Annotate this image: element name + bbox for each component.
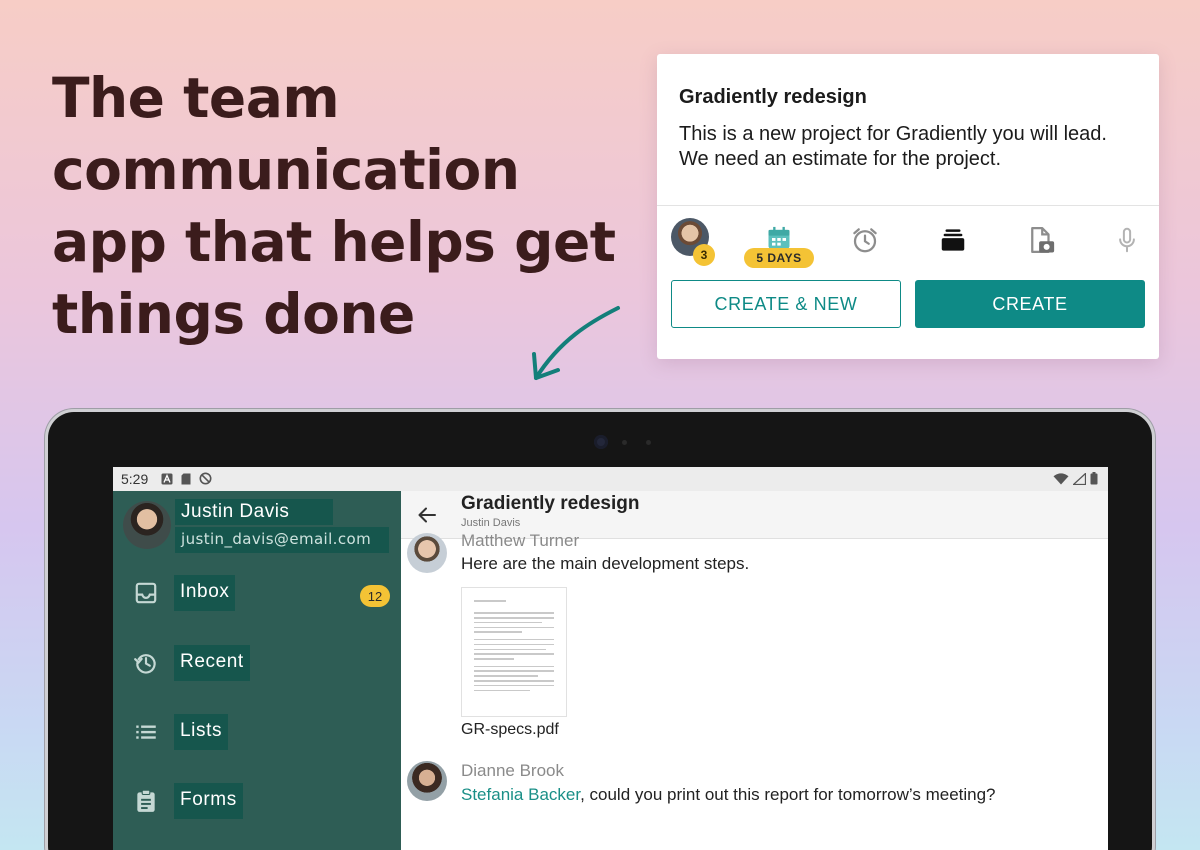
back-arrow-icon[interactable] — [415, 503, 439, 527]
status-time: 5:29 — [121, 471, 149, 487]
attach-file-button[interactable] — [1017, 216, 1065, 264]
reminder-button[interactable] — [841, 216, 889, 264]
stacked-cards-icon — [941, 229, 965, 251]
battery-icon — [1090, 472, 1098, 485]
notification-a-icon — [161, 473, 173, 484]
chat-panel: Gradiently redesign Justin Davis Matthew… — [401, 491, 1108, 850]
inbox-count-badge: 12 — [360, 585, 390, 607]
create-button[interactable]: CREATE — [915, 280, 1145, 328]
chat-subtitle: Justin Davis — [461, 517, 521, 529]
user-email: justin_davis@email.com — [175, 527, 389, 553]
status-bar: 5:29 — [113, 467, 1108, 491]
voice-button[interactable] — [1103, 216, 1151, 264]
message-author[interactable]: Dianne Brook — [461, 761, 564, 781]
wifi-icon — [1053, 472, 1069, 484]
task-description[interactable]: This is a new project for Gradiently you… — [679, 122, 1119, 172]
chat-title: Gradiently redesign — [461, 493, 640, 514]
task-toolbar: 3 5 DAYS — [657, 212, 1159, 270]
document-camera-icon — [1031, 227, 1055, 253]
message-text: Here are the main development steps. — [461, 554, 750, 573]
cellular-signal-icon — [1073, 472, 1086, 485]
due-days-badge: 5 DAYS — [744, 248, 814, 268]
message-author-avatar[interactable] — [407, 533, 447, 573]
nav-label-forms: Forms — [174, 783, 243, 819]
task-title: Gradiently redesign — [679, 86, 867, 108]
tablet-screen: 5:29 Justin Davis justin_davis@email.com — [113, 467, 1108, 850]
message-text: Stefania Backer, could you print out thi… — [461, 785, 996, 805]
create-and-new-button[interactable]: CREATE & NEW — [671, 280, 901, 328]
message-text-body: , could you print out this report for to… — [580, 785, 996, 804]
nav-label-inbox: Inbox — [174, 575, 236, 611]
task-card: Gradiently redesign This is a new projec… — [657, 54, 1159, 359]
sensor-dot — [622, 440, 627, 445]
alarm-clock-icon — [853, 228, 877, 253]
inbox-icon — [135, 582, 157, 604]
pdf-attachment-thumbnail[interactable] — [461, 587, 567, 717]
stack-button[interactable] — [929, 216, 977, 264]
sd-card-icon — [181, 473, 191, 484]
list-icon — [136, 725, 156, 739]
tablet-device: 5:29 Justin Davis justin_davis@email.com — [48, 412, 1152, 850]
clipboard-icon — [137, 789, 155, 812]
document-preview — [474, 600, 554, 708]
microphone-icon — [1119, 227, 1135, 253]
assignee-count-badge: 3 — [693, 244, 715, 266]
message-author-avatar[interactable] — [407, 761, 447, 801]
nav-label-recent: Recent — [174, 645, 250, 681]
nav-item-recent[interactable]: Recent — [113, 639, 401, 687]
user-avatar[interactable] — [123, 501, 171, 549]
sync-off-icon — [199, 472, 212, 485]
history-icon — [134, 654, 156, 674]
nav-label-lists: Lists — [174, 714, 229, 750]
user-name: Justin Davis — [175, 499, 333, 525]
nav-item-lists[interactable]: Lists — [113, 708, 401, 756]
attachment-filename[interactable]: GR-specs.pdf — [461, 721, 559, 739]
message-author[interactable]: Matthew Turner — [461, 531, 579, 551]
nav-item-inbox[interactable]: Inbox 12 — [113, 569, 401, 617]
nav-item-forms[interactable]: Forms — [113, 777, 401, 825]
front-camera — [594, 435, 608, 449]
user-mention-link[interactable]: Stefania Backer — [461, 785, 580, 804]
sensor-dot — [646, 440, 651, 445]
curved-arrow-icon — [532, 306, 620, 380]
card-divider — [657, 205, 1159, 206]
navigation-drawer: Justin Davis justin_davis@email.com Inbo… — [113, 491, 401, 850]
